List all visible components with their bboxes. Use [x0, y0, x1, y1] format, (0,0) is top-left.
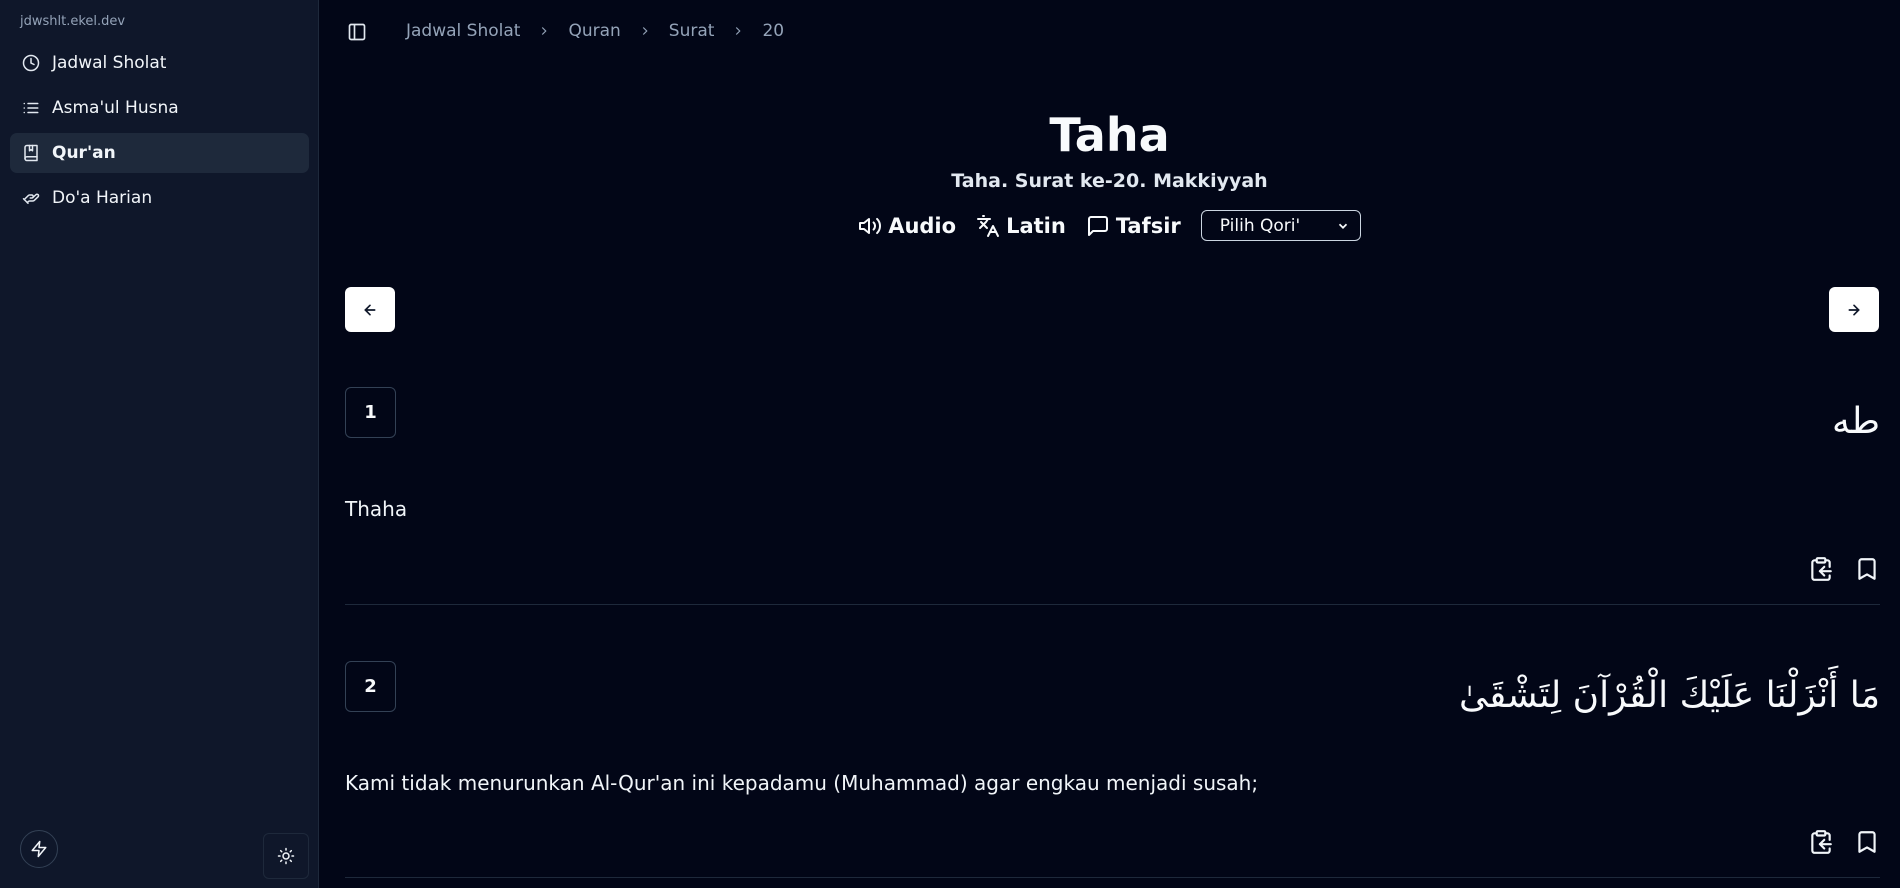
copy-icon[interactable]	[1808, 556, 1834, 582]
chevron-right-icon	[537, 24, 551, 38]
sidebar-toggle-button[interactable]	[347, 22, 367, 42]
ayah-actions	[1808, 829, 1880, 855]
surah-controls: Audio Latin Tafsir Pilih Qori'	[319, 210, 1900, 241]
sidebar-nav: Jadwal Sholat Asma'ul Husna Qur'an Do'a …	[10, 43, 309, 223]
page-title: Taha	[1049, 108, 1170, 162]
sidebar: jdwshlt.ekel.dev Jadwal Sholat Asma'ul H…	[0, 0, 319, 888]
chevron-down-icon	[1336, 219, 1350, 233]
volume-icon	[858, 214, 888, 238]
arrow-left-icon	[362, 302, 378, 318]
message-square-icon	[1086, 214, 1116, 238]
breadcrumb-jadwal-sholat[interactable]: Jadwal Sholat	[406, 21, 520, 41]
sidebar-item-doa-harian[interactable]: Do'a Harian	[10, 178, 309, 218]
site-name: jdwshlt.ekel.dev	[20, 14, 126, 29]
book-icon	[22, 144, 40, 162]
ayah-arabic-text: طه	[1832, 401, 1880, 442]
copy-icon[interactable]	[1808, 829, 1834, 855]
ayah-number: 1	[345, 387, 396, 438]
list-icon	[22, 99, 40, 117]
chevron-right-icon	[731, 24, 745, 38]
breadcrumb: Jadwal Sholat Quran Surat 20	[406, 21, 784, 41]
next-surah-button[interactable]	[1829, 287, 1879, 332]
sidebar-item-label: Qur'an	[52, 143, 116, 163]
previous-surah-button[interactable]	[345, 287, 395, 332]
tafsir-label: Tafsir	[1115, 213, 1181, 238]
chevron-right-icon	[638, 24, 652, 38]
ayah-number: 2	[345, 661, 396, 712]
sidebar-item-label: Asma'ul Husna	[52, 98, 179, 118]
bolt-icon	[30, 840, 48, 858]
ayah-item: 2 مَا أَنْزَلْنَا عَلَيْكَ الْقُرْآنَ لِ…	[345, 661, 1880, 879]
breadcrumb-surat[interactable]: Surat	[669, 21, 715, 41]
breadcrumb-current: 20	[762, 21, 785, 41]
sun-icon	[277, 847, 295, 865]
sidebar-item-jadwal-sholat[interactable]: Jadwal Sholat	[10, 43, 309, 83]
audio-toggle[interactable]: Audio	[858, 214, 956, 238]
arrow-right-icon	[1846, 302, 1862, 318]
ayah-translation: Kami tidak menurunkan Al-Qur'an ini kepa…	[345, 771, 1259, 795]
translate-icon	[976, 214, 1006, 238]
ayah-arabic-text: مَا أَنْزَلْنَا عَلَيْكَ الْقُرْآنَ لِتَ…	[1459, 675, 1880, 716]
panel-left-icon	[347, 22, 367, 42]
divider	[345, 604, 1880, 605]
ayah-translation: Thaha	[345, 497, 408, 521]
tafsir-toggle[interactable]: Tafsir	[1086, 214, 1181, 238]
latin-label: Latin	[1006, 213, 1066, 238]
breadcrumb-quran[interactable]: Quran	[568, 21, 620, 41]
divider	[345, 877, 1880, 878]
latin-toggle[interactable]: Latin	[976, 214, 1066, 238]
sidebar-item-label: Do'a Harian	[52, 188, 153, 208]
ayah-item: 1 طه Thaha	[345, 387, 1880, 605]
surah-subtitle: Taha. Surat ke-20. Makkiyyah	[951, 170, 1268, 192]
audio-label: Audio	[888, 213, 957, 238]
clock-icon	[22, 54, 40, 72]
sidebar-item-asmaul-husna[interactable]: Asma'ul Husna	[10, 88, 309, 128]
theme-toggle-button[interactable]	[263, 833, 309, 879]
bolt-button[interactable]	[20, 830, 58, 868]
bookmark-icon[interactable]	[1854, 556, 1880, 582]
ayah-actions	[1808, 556, 1880, 582]
praying-hands-icon	[22, 189, 40, 207]
qori-select[interactable]: Pilih Qori'	[1200, 210, 1361, 241]
main-content: Jadwal Sholat Quran Surat 20 Taha Taha. …	[319, 0, 1900, 888]
bookmark-icon[interactable]	[1854, 829, 1880, 855]
sidebar-item-label: Jadwal Sholat	[52, 53, 167, 73]
sidebar-item-quran[interactable]: Qur'an	[10, 133, 309, 173]
qori-selected-value: Pilih Qori'	[1219, 215, 1301, 236]
